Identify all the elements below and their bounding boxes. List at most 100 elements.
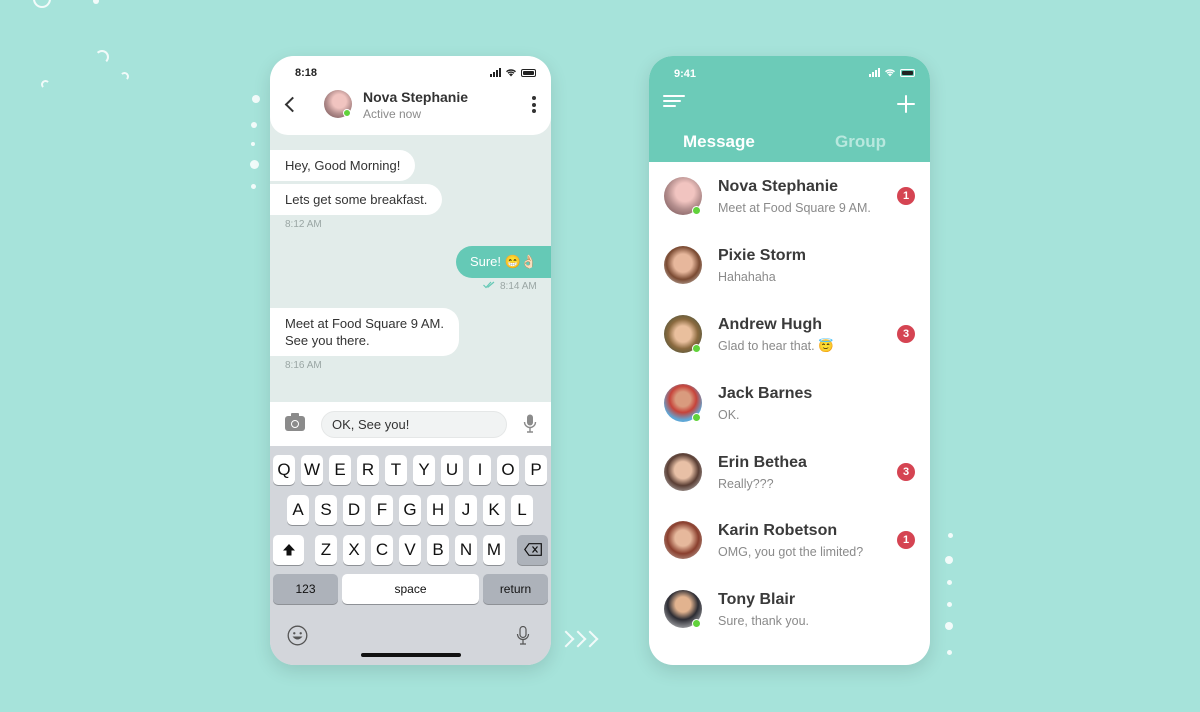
- home-indicator: [361, 653, 461, 657]
- key[interactable]: A: [287, 495, 309, 525]
- key[interactable]: E: [329, 455, 351, 485]
- numbers-key[interactable]: 123: [273, 574, 338, 604]
- read-receipt-icon: [483, 281, 495, 289]
- key[interactable]: Q: [273, 455, 295, 485]
- tab-group[interactable]: Group: [835, 132, 886, 152]
- outgoing-message: Sure! 😁👌🏻: [455, 246, 551, 278]
- shift-key[interactable]: [273, 535, 304, 565]
- key[interactable]: S: [315, 495, 337, 525]
- avatar: [664, 453, 702, 491]
- key[interactable]: F: [371, 495, 393, 525]
- message-timestamp: 8:14 AM: [500, 281, 537, 292]
- key[interactable]: T: [385, 455, 407, 485]
- key[interactable]: J: [455, 495, 477, 525]
- chat-header: 8:18 Nova Stephanie Active now: [270, 56, 551, 135]
- battery-icon: [521, 69, 536, 77]
- message-timestamp: 8:12 AM: [285, 219, 322, 230]
- status-icons: [490, 68, 536, 77]
- key[interactable]: Y: [413, 455, 435, 485]
- key[interactable]: X: [343, 535, 365, 565]
- unread-badge: 3: [897, 463, 915, 481]
- key[interactable]: D: [343, 495, 365, 525]
- tab-message[interactable]: Message: [683, 132, 755, 152]
- conversation-item[interactable]: Jack Barnes OK.: [649, 369, 930, 438]
- decor-dot: [252, 95, 260, 103]
- key[interactable]: U: [441, 455, 463, 485]
- new-message-plus-icon[interactable]: [897, 95, 915, 113]
- message-input[interactable]: [321, 411, 507, 438]
- decor-arc: [95, 50, 109, 64]
- delete-key[interactable]: [517, 535, 548, 565]
- incoming-message: Hey, Good Morning!: [270, 150, 416, 181]
- conversation-item[interactable]: Erin Bethea Really??? 3: [649, 438, 930, 507]
- conversation-item[interactable]: Karin Robetson OMG, you got the limited?…: [649, 506, 930, 575]
- contact-name: Nova Stephanie: [363, 89, 469, 105]
- status-icons: [869, 68, 915, 77]
- emoji-icon[interactable]: [287, 625, 308, 646]
- key[interactable]: C: [371, 535, 393, 565]
- menu-icon[interactable]: [663, 95, 685, 109]
- conversation-preview: OK.: [718, 408, 740, 422]
- conversation-preview: Glad to hear that. 😇: [718, 339, 834, 353]
- key[interactable]: P: [525, 455, 547, 485]
- message-timestamp: 8:16 AM: [285, 360, 322, 371]
- key[interactable]: V: [399, 535, 421, 565]
- key[interactable]: L: [511, 495, 533, 525]
- conversation-preview: Meet at Food Square 9 AM.: [718, 201, 871, 215]
- decor-ring: [33, 0, 51, 8]
- decor-dot: [947, 580, 952, 585]
- online-indicator: [692, 413, 701, 422]
- conversation-preview: OMG, you got the limited?: [718, 545, 864, 559]
- key[interactable]: W: [301, 455, 323, 485]
- chat-screen: 8:18 Nova Stephanie Active now Hey, Good…: [270, 56, 551, 665]
- key[interactable]: H: [427, 495, 449, 525]
- conversation-item[interactable]: Pixie Storm Hahahaha: [649, 231, 930, 300]
- incoming-message: Lets get some breakfast.: [270, 184, 443, 215]
- key[interactable]: I: [469, 455, 491, 485]
- unread-badge: 3: [897, 325, 915, 343]
- decor-dot: [251, 122, 257, 128]
- key[interactable]: B: [427, 535, 449, 565]
- conversation-name: Nova Stephanie: [718, 178, 839, 195]
- conversation-name: Erin Bethea: [718, 454, 807, 471]
- microphone-icon[interactable]: [523, 414, 537, 434]
- contact-status: Active now: [363, 107, 422, 121]
- decor-arc: [41, 80, 50, 89]
- conversation-item[interactable]: Nova Stephanie Meet at Food Square 9 AM.…: [649, 162, 930, 231]
- conversation-item[interactable]: Tony Blair Sure, thank you.: [649, 575, 930, 644]
- key[interactable]: O: [497, 455, 519, 485]
- unread-badge: 1: [897, 187, 915, 205]
- decor-dot: [250, 160, 259, 169]
- key[interactable]: N: [455, 535, 477, 565]
- decor-dot: [945, 556, 953, 564]
- incoming-message: Meet at Food Square 9 AM. See you there.: [270, 308, 459, 356]
- back-button[interactable]: [282, 94, 302, 116]
- key[interactable]: K: [483, 495, 505, 525]
- compose-bar: [270, 402, 551, 446]
- online-indicator: [692, 619, 701, 628]
- return-key[interactable]: return: [483, 574, 548, 604]
- key[interactable]: R: [357, 455, 379, 485]
- decor-dot: [947, 650, 952, 655]
- camera-icon[interactable]: [285, 413, 305, 431]
- conversation-preview: Really???: [718, 477, 774, 491]
- key[interactable]: Z: [315, 535, 337, 565]
- more-options-button[interactable]: [528, 96, 540, 116]
- decor-dot: [945, 622, 953, 630]
- messages-screen: 9:41 Message Group Nova Stephanie Meet a…: [649, 56, 930, 665]
- online-indicator: [692, 206, 701, 215]
- messages-header: 9:41 Message Group: [649, 56, 930, 162]
- conversation-name: Tony Blair: [718, 591, 796, 608]
- shift-icon: [282, 544, 295, 556]
- conversation-name: Andrew Hugh: [718, 316, 822, 333]
- key[interactable]: G: [399, 495, 421, 525]
- wifi-icon: [506, 69, 516, 77]
- status-time: 8:18: [295, 67, 318, 79]
- space-key[interactable]: space: [342, 574, 479, 604]
- message-line: Meet at Food Square 9 AM.: [285, 316, 444, 331]
- signal-icon: [490, 68, 501, 77]
- dictation-icon[interactable]: [516, 626, 530, 646]
- key[interactable]: M: [483, 535, 505, 565]
- conversation-name: Karin Robetson: [718, 522, 838, 539]
- conversation-item[interactable]: Andrew Hugh Glad to hear that. 😇 3: [649, 300, 930, 369]
